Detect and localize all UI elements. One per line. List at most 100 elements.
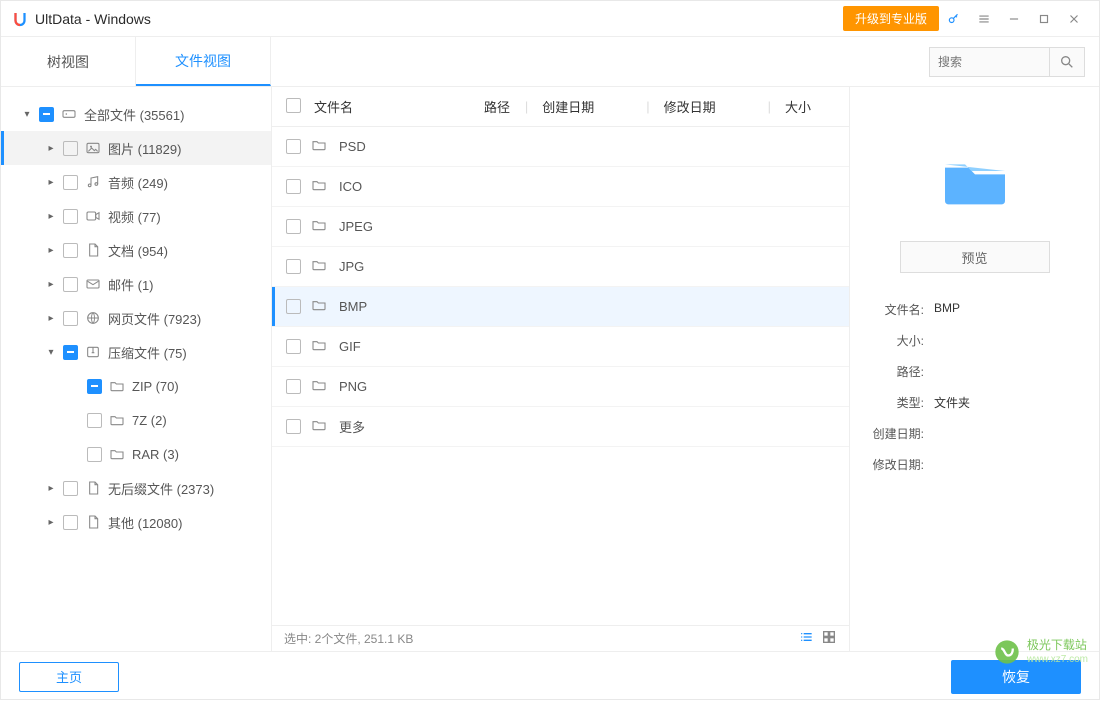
file-checkbox[interactable] xyxy=(286,219,301,234)
tree-checkbox[interactable] xyxy=(87,413,102,428)
view-grid-button[interactable] xyxy=(821,629,837,648)
upgrade-button[interactable]: 升级到专业版 xyxy=(843,6,939,31)
search-button[interactable] xyxy=(1049,47,1085,77)
search-input[interactable] xyxy=(929,47,1049,77)
tree-item-label: 网页文件 (7923) xyxy=(108,309,201,328)
close-button[interactable] xyxy=(1059,4,1089,34)
titlebar: UltData - Windows 升级到专业版 xyxy=(1,1,1099,37)
folder-icon xyxy=(108,378,126,394)
app-logo: UltData - Windows xyxy=(11,10,151,28)
tree-checkbox[interactable] xyxy=(39,107,54,122)
meta-value-created xyxy=(934,425,1085,442)
file-row[interactable]: BMP xyxy=(272,287,849,327)
file-name: 更多 xyxy=(339,417,365,436)
tree-checkbox[interactable] xyxy=(63,209,78,224)
col-path[interactable]: 路径 xyxy=(484,97,511,116)
file-checkbox[interactable] xyxy=(286,179,301,194)
tree-checkbox[interactable] xyxy=(63,277,78,292)
file-checkbox[interactable] xyxy=(286,379,301,394)
tree-checkbox[interactable] xyxy=(87,379,102,394)
meta-value-name: BMP xyxy=(934,301,1085,318)
tree-checkbox[interactable] xyxy=(63,481,78,496)
file-checkbox[interactable] xyxy=(286,299,301,314)
tree-item[interactable]: ▸无后缀文件 (2373) xyxy=(1,471,271,505)
tree-item[interactable]: ▾ 压缩文件 (75) xyxy=(1,335,271,369)
footer: 主页 恢复 xyxy=(1,651,1099,701)
tree-item[interactable]: ▸ 音频 (249) xyxy=(1,165,271,199)
col-filename[interactable]: 文件名 xyxy=(314,97,474,116)
file-name: JPEG xyxy=(339,219,373,234)
tree-checkbox[interactable] xyxy=(63,515,78,530)
home-button[interactable]: 主页 xyxy=(19,662,119,692)
tree-checkbox[interactable] xyxy=(63,141,78,156)
folder-preview-icon xyxy=(920,141,1030,221)
folder-icon xyxy=(311,217,329,236)
status-bar: 选中: 2个文件, 251.1 KB xyxy=(272,625,849,651)
view-list-button[interactable] xyxy=(799,629,815,648)
tree-checkbox[interactable] xyxy=(87,447,102,462)
chevron-right-icon[interactable]: ▸ xyxy=(45,313,57,324)
chevron-right-icon[interactable]: ▸ xyxy=(45,177,57,188)
meta-value-size xyxy=(934,332,1085,349)
file-row[interactable]: PSD xyxy=(272,127,849,167)
recover-button[interactable]: 恢复 xyxy=(951,660,1081,694)
selection-status: 选中: 2个文件, 251.1 KB xyxy=(284,630,413,647)
tree-item[interactable]: ▸ 邮件 (1) xyxy=(1,267,271,301)
file-checkbox[interactable] xyxy=(286,139,301,154)
tree-item-label: 音频 (249) xyxy=(108,173,168,192)
tree-item[interactable]: 7Z (2) xyxy=(1,403,271,437)
select-all-checkbox[interactable] xyxy=(286,98,301,113)
chevron-right-icon[interactable]: ▸ xyxy=(45,143,57,154)
doc-icon xyxy=(84,514,102,530)
tree-checkbox[interactable] xyxy=(63,311,78,326)
col-size[interactable]: 大小 xyxy=(785,97,835,116)
chevron-down-icon[interactable]: ▾ xyxy=(21,109,33,120)
file-checkbox[interactable] xyxy=(286,259,301,274)
tree-item-label: 邮件 (1) xyxy=(108,275,154,294)
tab-file-view[interactable]: 文件视图 xyxy=(136,37,271,86)
file-row[interactable]: PNG xyxy=(272,367,849,407)
tree-checkbox[interactable] xyxy=(63,243,78,258)
tree-item[interactable]: ▾全部文件 (35561) xyxy=(1,97,271,131)
chevron-down-icon[interactable]: ▾ xyxy=(45,347,57,358)
license-key-button[interactable] xyxy=(939,4,969,34)
chevron-right-icon[interactable]: ▸ xyxy=(45,279,57,290)
folder-icon xyxy=(311,337,329,356)
minimize-button[interactable] xyxy=(999,4,1029,34)
tree-item-label: 压缩文件 (75) xyxy=(108,343,187,362)
file-row[interactable]: ICO xyxy=(272,167,849,207)
file-row[interactable]: JPG xyxy=(272,247,849,287)
file-row[interactable]: JPEG xyxy=(272,207,849,247)
music-icon xyxy=(84,174,102,190)
col-created[interactable]: 创建日期 xyxy=(542,97,632,116)
tree-item[interactable]: RAR (3) xyxy=(1,437,271,471)
maximize-button[interactable] xyxy=(1029,4,1059,34)
tree-item[interactable]: ▸其他 (12080) xyxy=(1,505,271,539)
tree-item[interactable]: ▸ 图片 (11829) xyxy=(1,131,271,165)
file-row[interactable]: 更多 xyxy=(272,407,849,447)
meta-label-created: 创建日期: xyxy=(864,425,934,442)
file-checkbox[interactable] xyxy=(286,339,301,354)
file-row[interactable]: GIF xyxy=(272,327,849,367)
folder-icon xyxy=(311,417,329,436)
chevron-right-icon[interactable]: ▸ xyxy=(45,245,57,256)
tree-item[interactable]: ZIP (70) xyxy=(1,369,271,403)
chevron-right-icon[interactable]: ▸ xyxy=(45,211,57,222)
tree-item[interactable]: ▸ 网页文件 (7923) xyxy=(1,301,271,335)
tree-item[interactable]: ▸视频 (77) xyxy=(1,199,271,233)
tree-checkbox[interactable] xyxy=(63,345,78,360)
tab-tree-view[interactable]: 树视图 xyxy=(1,37,136,86)
preview-button[interactable]: 预览 xyxy=(900,241,1050,273)
menu-button[interactable] xyxy=(969,4,999,34)
file-checkbox[interactable] xyxy=(286,419,301,434)
tree-item[interactable]: ▸文档 (954) xyxy=(1,233,271,267)
meta-label-type: 类型: xyxy=(864,394,934,411)
tree-checkbox[interactable] xyxy=(63,175,78,190)
tree-item-label: 图片 (11829) xyxy=(108,139,181,158)
file-list-header: 文件名 路径 | 创建日期 | 修改日期 | 大小 xyxy=(272,87,849,127)
col-modified[interactable]: 修改日期 xyxy=(664,97,754,116)
folder-icon xyxy=(108,412,126,428)
chevron-right-icon[interactable]: ▸ xyxy=(45,517,57,528)
file-area: 文件名 路径 | 创建日期 | 修改日期 | 大小 PSDICO JPEG JPGB… xyxy=(271,87,849,651)
chevron-right-icon[interactable]: ▸ xyxy=(45,483,57,494)
